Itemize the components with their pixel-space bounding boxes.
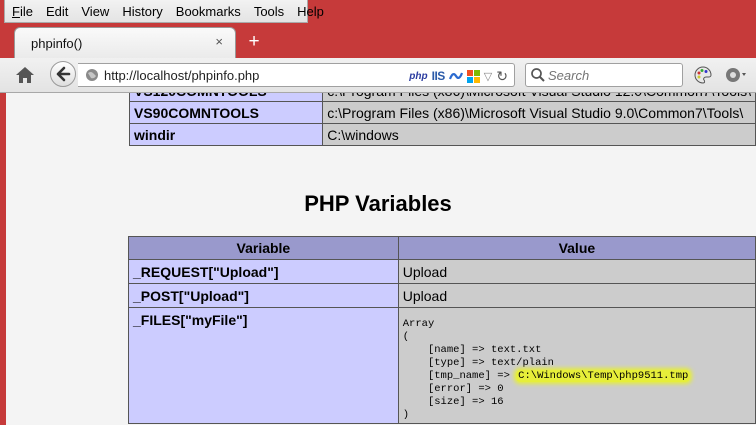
search-bar[interactable] (525, 63, 683, 87)
tab-close-icon[interactable]: × (215, 34, 223, 49)
variable-name: _POST["Upload"] (128, 283, 399, 308)
home-button[interactable] (14, 65, 36, 85)
column-header-value: Value (397, 236, 756, 260)
theme-button[interactable] (694, 66, 712, 89)
variable-value: Upload (397, 259, 756, 284)
search-input[interactable] (548, 66, 678, 84)
menu-bar: File Edit View History Bookmarks Tools H… (4, 0, 324, 23)
aspnet-icon (448, 72, 463, 80)
globe-icon (86, 69, 98, 81)
tmp-name-highlight: C:\Windows\Temp\php9511.tmp (516, 370, 691, 382)
iis-logo: IIS (431, 69, 446, 83)
palette-icon (694, 66, 712, 84)
dump-line: [type] => text/plain (402, 357, 554, 369)
table-row: VS90COMNTOOLS c:\Program Files (x86)\Mic… (128, 101, 756, 124)
windows-logo-icon (466, 69, 480, 83)
variable-value: Upload (397, 283, 756, 308)
menu-file-key: F (12, 3, 20, 19)
menu-file-rest: ile (19, 3, 33, 19)
gear-icon (726, 68, 746, 82)
table-header-row: Variable Value (128, 236, 756, 260)
variable-value: Array ( [name] => text.txt [type] => tex… (397, 307, 756, 424)
browser-window: File Edit View History Bookmarks Tools H… (0, 0, 756, 425)
dropdown-arrow-icon[interactable]: ▽ (484, 70, 492, 83)
back-arrow-icon (56, 66, 71, 82)
tab-phpinfo[interactable]: phpinfo() × (14, 27, 236, 59)
tab-title: phpinfo() (31, 36, 83, 51)
menu-help[interactable]: Help (290, 4, 330, 19)
column-header-variable: Variable (128, 236, 399, 260)
env-value: c:\Program Files (x86)\Microsoft Visual … (322, 93, 756, 102)
navigation-toolbar: http://localhost/phpinfo.php php IIS ▽ ↻ (0, 58, 756, 93)
address-bar[interactable]: http://localhost/phpinfo.php php IIS ▽ ↻ (78, 63, 515, 87)
menu-tools[interactable]: Tools (247, 4, 290, 19)
table-row: VS120COMNTOOLS c:\Program Files (x86)\Mi… (128, 93, 756, 102)
dump-line: Array (402, 318, 435, 330)
env-value: c:\Program Files (x86)\Microsoft Visual … (322, 101, 756, 124)
back-button[interactable] (50, 61, 76, 87)
table-row: _POST["Upload"] Upload (128, 283, 756, 308)
table-row: _REQUEST["Upload"] Upload (128, 259, 756, 284)
variable-name: _FILES["myFile"] (128, 307, 399, 424)
env-value: C:\windows (322, 123, 756, 146)
variable-name: _REQUEST["Upload"] (128, 259, 399, 284)
env-key: VS120COMNTOOLS (128, 93, 324, 102)
dump-line: [size] => 16 (402, 396, 504, 408)
home-icon (16, 67, 34, 83)
new-tab-button[interactable]: + (243, 32, 265, 53)
menu-history[interactable]: History (115, 4, 168, 19)
menu-view[interactable]: View (74, 4, 115, 19)
menu-file[interactable]: File (5, 4, 39, 19)
php-logo: php (409, 70, 428, 82)
dump-line: [error] => 0 (402, 383, 504, 395)
env-key: windir (128, 123, 324, 146)
dump-line: ) (402, 409, 410, 421)
page-viewport: VS120COMNTOOLS c:\Program Files (x86)\Mi… (0, 93, 756, 425)
section-title: PHP Variables (304, 191, 452, 216)
url-text[interactable]: http://localhost/phpinfo.php (104, 68, 259, 83)
dump-line: ( (402, 331, 410, 343)
addon-button[interactable] (724, 66, 748, 89)
address-bar-icons: php IIS ▽ ↻ (409, 67, 508, 85)
environment-table: VS120COMNTOOLS c:\Program Files (x86)\Mi… (128, 93, 756, 146)
window-left-border (0, 93, 6, 425)
search-engine-button[interactable] (530, 67, 546, 88)
table-row: windir C:\windows (128, 123, 756, 146)
search-icon (531, 68, 545, 82)
table-row: _FILES["myFile"] Array ( [name] => text.… (128, 307, 756, 424)
php-variables-table: Variable Value _REQUEST["Upload"] Upload… (128, 236, 756, 424)
tab-strip: phpinfo() × + (0, 22, 756, 59)
env-key: VS90COMNTOOLS (128, 101, 324, 124)
files-array-dump: Array ( [name] => text.txt [type] => tex… (403, 318, 751, 422)
dump-line: [tmp_name] => (402, 370, 517, 382)
dump-line: [name] => text.txt (402, 344, 542, 356)
reload-icon[interactable]: ↻ (496, 68, 508, 85)
menu-edit[interactable]: Edit (39, 4, 74, 19)
menu-bookmarks[interactable]: Bookmarks (169, 4, 247, 19)
